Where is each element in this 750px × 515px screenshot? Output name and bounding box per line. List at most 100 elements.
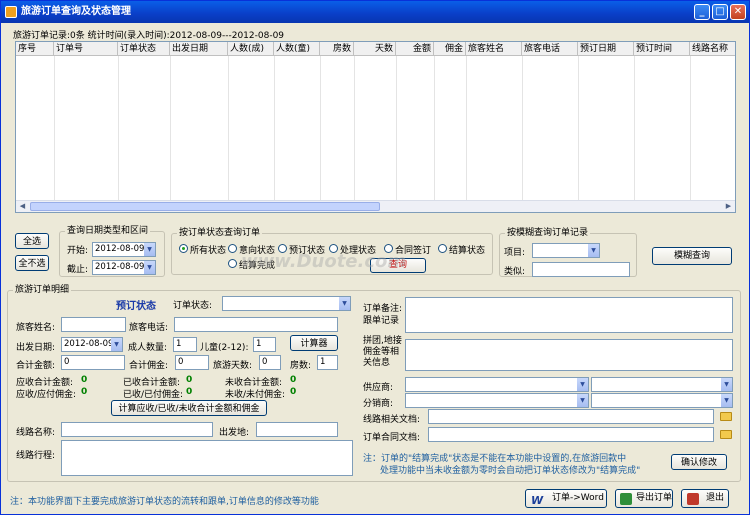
status-radio-label: 所有状态: [190, 246, 227, 256]
order-remark-textarea[interactable]: [405, 297, 733, 333]
maximize-button[interactable]: □: [712, 4, 728, 20]
status-radio-all[interactable]: [179, 244, 188, 253]
title-bar: 旅游订单查询及状态管理 _ □ ✕: [1, 1, 749, 23]
confirm-edit-button[interactable]: 确认修改: [671, 454, 727, 470]
route-document-input[interactable]: [428, 409, 714, 424]
total-commission-input[interactable]: 0: [175, 355, 209, 370]
receivable-total-value: 0: [81, 375, 88, 385]
status-radio-settlement[interactable]: [438, 244, 447, 253]
footer-note: 注：本功能界面下主要完成旅游订单状态的流转和跟单,订单信息的修改等功能: [10, 497, 319, 507]
col-header[interactable]: 人数(童): [274, 42, 320, 56]
travel-days-label: 旅游天数:: [213, 361, 253, 371]
col-header[interactable]: 佣金: [434, 42, 466, 56]
payable-commission-value: 0: [81, 387, 88, 397]
departure-date-picker[interactable]: 2012-08-09 ▼: [61, 337, 123, 352]
total-amount-input[interactable]: 0: [61, 355, 125, 370]
contract-document-input[interactable]: [428, 427, 714, 442]
contract-document-label: 订单合同文档:: [363, 433, 421, 443]
chevron-down-icon: ▼: [339, 297, 350, 310]
scroll-thumb[interactable]: [30, 202, 380, 211]
like-input[interactable]: [532, 262, 630, 277]
travel-days-input[interactable]: 0: [259, 355, 281, 370]
departure-place-label: 出发地:: [219, 428, 250, 438]
exit-button[interactable]: 退出: [681, 489, 729, 508]
col-header[interactable]: 线路名称: [690, 42, 735, 56]
supplier-contact-select[interactable]: ▼: [591, 377, 733, 392]
rooms-input[interactable]: 1: [317, 355, 338, 370]
col-header[interactable]: 预订日期: [578, 42, 634, 56]
col-header[interactable]: 金额: [396, 42, 434, 56]
col-header[interactable]: 旅客姓名: [466, 42, 522, 56]
select-all-button[interactable]: 全选: [15, 233, 49, 249]
exit-icon: [687, 493, 699, 505]
child-label: 儿童(2-12):: [200, 343, 249, 353]
traveler-name-input[interactable]: [61, 317, 126, 332]
select-none-button[interactable]: 全不选: [15, 255, 49, 271]
open-folder-icon[interactable]: [720, 412, 732, 421]
status-radio-intent[interactable]: [228, 244, 237, 253]
like-label: 类似:: [504, 267, 526, 277]
status-radio-settled[interactable]: [228, 259, 237, 268]
child-count-input[interactable]: 1: [253, 337, 276, 352]
fuzzy-search-button[interactable]: 模糊查询: [652, 247, 732, 265]
export-word-button[interactable]: W 订单->Word: [525, 489, 607, 508]
col-header[interactable]: 序号: [16, 42, 54, 56]
calculator-button[interactable]: 计算器: [290, 335, 338, 351]
chevron-down-icon: ▼: [144, 243, 155, 256]
chevron-down-icon: ▼: [588, 244, 599, 257]
watermark: www.Duote.com: [241, 251, 407, 272]
scroll-right-icon[interactable]: ▶: [723, 202, 734, 211]
adult-count-input[interactable]: 1: [173, 337, 197, 352]
route-name-input[interactable]: [61, 422, 213, 437]
chevron-down-icon: ▼: [721, 378, 732, 391]
unpaid-commission-value: 0: [290, 387, 297, 397]
item-label: 项目:: [504, 248, 526, 258]
col-header[interactable]: 旅客电话: [522, 42, 578, 56]
grid-horizontal-scrollbar[interactable]: ◀ ▶: [16, 200, 735, 212]
traveler-phone-input[interactable]: [174, 317, 338, 332]
group-info-textarea[interactable]: [405, 339, 733, 371]
close-button[interactable]: ✕: [730, 4, 746, 20]
app-icon: [5, 6, 17, 18]
col-header[interactable]: 订单号: [54, 42, 118, 56]
start-date-label: 开始:: [67, 246, 89, 256]
distributor-contact-select[interactable]: ▼: [591, 393, 733, 408]
order-grid[interactable]: 序号 订单号 订单状态 出发日期 人数(成) 人数(童) 房数 天数 金额 佣金…: [15, 41, 736, 213]
window-title: 旅游订单查询及状态管理: [21, 6, 131, 17]
received-total-value: 0: [186, 375, 193, 385]
col-header[interactable]: 人数(成): [228, 42, 274, 56]
status-select[interactable]: ▼: [222, 296, 351, 311]
itinerary-textarea[interactable]: [61, 440, 353, 476]
col-header[interactable]: 房数: [320, 42, 354, 56]
col-header[interactable]: 天数: [354, 42, 396, 56]
col-header[interactable]: 预订时间: [634, 42, 690, 56]
unreceived-total-value: 0: [290, 375, 297, 385]
departure-date-label: 出发日期:: [16, 343, 56, 353]
open-folder-icon[interactable]: [720, 430, 732, 439]
col-header[interactable]: 出发日期: [170, 42, 228, 56]
minimize-button[interactable]: _: [694, 4, 710, 20]
chevron-down-icon: ▼: [577, 378, 588, 391]
payable-commission-label: 应收/应付佣金:: [16, 390, 77, 400]
date-range-group-title: 查询日期类型和区间: [65, 226, 151, 237]
fuzzy-search-group-title: 按模糊查询订单记录: [505, 228, 591, 239]
name-label: 旅客姓名:: [16, 323, 56, 333]
col-header[interactable]: 订单状态: [118, 42, 170, 56]
distributor-select[interactable]: ▼: [405, 393, 589, 408]
export-order-button[interactable]: 导出订单: [615, 489, 673, 508]
supplier-select[interactable]: ▼: [405, 377, 589, 392]
state-display: 预订状态: [116, 301, 156, 312]
route-document-label: 线路相关文档:: [363, 415, 421, 425]
status-radio-label: 结算状态: [449, 246, 486, 256]
group-info-label: 拼团,地接佣金等相关信息: [363, 336, 402, 368]
departure-place-input[interactable]: [256, 422, 338, 437]
word-icon: W: [531, 494, 544, 507]
unpaid-commission-label: 未收/未付佣金:: [225, 390, 286, 400]
start-date-picker[interactable]: 2012-08-09 ▼: [92, 242, 156, 257]
supplier-label: 供应商:: [363, 383, 394, 393]
item-select[interactable]: ▼: [532, 243, 600, 258]
end-date-picker[interactable]: 2012-08-09 ▼: [92, 260, 156, 275]
calculate-totals-button[interactable]: 计算应收/已收/未收合计金额和佣金: [111, 400, 267, 416]
route-name-label: 线路名称:: [16, 428, 56, 438]
scroll-left-icon[interactable]: ◀: [17, 202, 28, 211]
